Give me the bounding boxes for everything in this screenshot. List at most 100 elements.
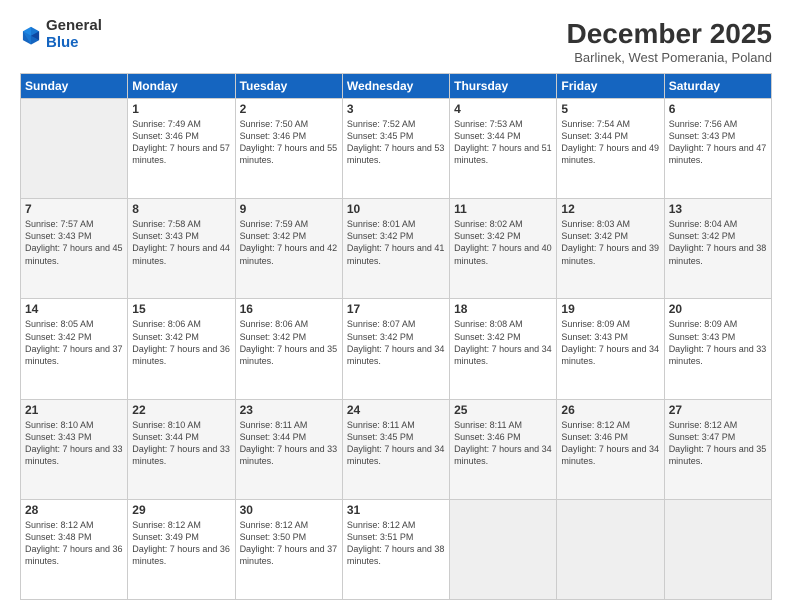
day-number: 12	[561, 202, 659, 216]
calendar-cell: 11Sunrise: 8:02 AMSunset: 3:42 PMDayligh…	[450, 199, 557, 299]
day-number: 13	[669, 202, 767, 216]
calendar-week-5: 28 Sunrise: 8:12 AMSunset: 3:48 PMDayligh…	[21, 499, 772, 599]
day-number: 31	[347, 503, 445, 517]
weekday-header-friday: Friday	[557, 74, 664, 99]
day-number: 4	[454, 102, 552, 116]
day-number: 8	[132, 202, 230, 216]
title-block: December 2025 Barlinek, West Pomerania, …	[567, 18, 772, 65]
day-info: Sunrise: 7:53 AMSunset: 3:44 PMDaylight:…	[454, 118, 552, 167]
day-number: 20	[669, 302, 767, 316]
calendar-cell: 4 Sunrise: 7:53 AMSunset: 3:44 PMDaylight…	[450, 99, 557, 199]
calendar-cell: 14 Sunrise: 8:05 AMSunset: 3:42 PMDayligh…	[21, 299, 128, 399]
calendar-cell: 19 Sunrise: 8:09 AMSunset: 3:43 PMDayligh…	[557, 299, 664, 399]
calendar-cell: 28 Sunrise: 8:12 AMSunset: 3:48 PMDayligh…	[21, 499, 128, 599]
day-number: 23	[240, 403, 338, 417]
day-info: Sunrise: 7:50 AMSunset: 3:46 PMDaylight:…	[240, 118, 338, 167]
calendar-cell	[21, 99, 128, 199]
calendar-week-2: 7Sunrise: 7:57 AMSunset: 3:43 PMDaylight…	[21, 199, 772, 299]
header: General Blue December 2025 Barlinek, Wes…	[20, 18, 772, 65]
weekday-header-sunday: Sunday	[21, 74, 128, 99]
calendar-cell: 29 Sunrise: 8:12 AMSunset: 3:49 PMDayligh…	[128, 499, 235, 599]
calendar-cell: 17Sunrise: 8:07 AMSunset: 3:42 PMDayligh…	[342, 299, 449, 399]
day-number: 17	[347, 302, 445, 316]
day-info: Sunrise: 8:08 AMSunset: 3:42 PMDaylight:…	[454, 318, 552, 367]
calendar-cell: 22Sunrise: 8:10 AMSunset: 3:44 PMDayligh…	[128, 399, 235, 499]
calendar-cell: 2 Sunrise: 7:50 AMSunset: 3:46 PMDaylight…	[235, 99, 342, 199]
day-number: 3	[347, 102, 445, 116]
calendar-cell: 15 Sunrise: 8:06 AMSunset: 3:42 PMDayligh…	[128, 299, 235, 399]
day-number: 19	[561, 302, 659, 316]
calendar-cell: 7Sunrise: 7:57 AMSunset: 3:43 PMDaylight…	[21, 199, 128, 299]
day-number: 28	[25, 503, 123, 517]
weekday-header-monday: Monday	[128, 74, 235, 99]
calendar-cell: 12 Sunrise: 8:03 AMSunset: 3:42 PMDayligh…	[557, 199, 664, 299]
calendar-cell: 27Sunrise: 8:12 AMSunset: 3:47 PMDayligh…	[664, 399, 771, 499]
page: General Blue December 2025 Barlinek, Wes…	[0, 0, 792, 612]
day-info: Sunrise: 8:11 AMSunset: 3:46 PMDaylight:…	[454, 419, 552, 468]
day-number: 24	[347, 403, 445, 417]
day-info: Sunrise: 8:12 AMSunset: 3:47 PMDaylight:…	[669, 419, 767, 468]
calendar-cell: 31 Sunrise: 8:12 AMSunset: 3:51 PMDayligh…	[342, 499, 449, 599]
calendar-cell: 24Sunrise: 8:11 AMSunset: 3:45 PMDayligh…	[342, 399, 449, 499]
calendar-cell: 18Sunrise: 8:08 AMSunset: 3:42 PMDayligh…	[450, 299, 557, 399]
day-info: Sunrise: 8:12 AMSunset: 3:49 PMDaylight:…	[132, 519, 230, 568]
calendar-cell: 10 Sunrise: 8:01 AMSunset: 3:42 PMDayligh…	[342, 199, 449, 299]
calendar-cell: 23 Sunrise: 8:11 AMSunset: 3:44 PMDayligh…	[235, 399, 342, 499]
logo-general: General	[46, 17, 102, 34]
day-number: 29	[132, 503, 230, 517]
day-info: Sunrise: 8:06 AMSunset: 3:42 PMDaylight:…	[240, 318, 338, 367]
calendar-cell: 21Sunrise: 8:10 AMSunset: 3:43 PMDayligh…	[21, 399, 128, 499]
day-info: Sunrise: 8:10 AMSunset: 3:44 PMDaylight:…	[132, 419, 230, 468]
calendar-cell: 20 Sunrise: 8:09 AMSunset: 3:43 PMDayligh…	[664, 299, 771, 399]
day-info: Sunrise: 7:57 AMSunset: 3:43 PMDaylight:…	[25, 218, 123, 267]
day-info: Sunrise: 8:12 AMSunset: 3:50 PMDaylight:…	[240, 519, 338, 568]
calendar-week-3: 14 Sunrise: 8:05 AMSunset: 3:42 PMDayligh…	[21, 299, 772, 399]
day-info: Sunrise: 8:12 AMSunset: 3:51 PMDaylight:…	[347, 519, 445, 568]
calendar-cell: 3Sunrise: 7:52 AMSunset: 3:45 PMDaylight…	[342, 99, 449, 199]
calendar-cell: 6 Sunrise: 7:56 AMSunset: 3:43 PMDaylight…	[664, 99, 771, 199]
day-info: Sunrise: 7:58 AMSunset: 3:43 PMDaylight:…	[132, 218, 230, 267]
day-info: Sunrise: 8:05 AMSunset: 3:42 PMDaylight:…	[25, 318, 123, 367]
day-info: Sunrise: 8:03 AMSunset: 3:42 PMDaylight:…	[561, 218, 659, 267]
calendar-cell: 30 Sunrise: 8:12 AMSunset: 3:50 PMDayligh…	[235, 499, 342, 599]
day-info: Sunrise: 8:01 AMSunset: 3:42 PMDaylight:…	[347, 218, 445, 267]
day-number: 1	[132, 102, 230, 116]
day-number: 16	[240, 302, 338, 316]
logo-text: General Blue	[46, 18, 102, 51]
calendar-table: SundayMondayTuesdayWednesdayThursdayFrid…	[20, 73, 772, 600]
weekday-header-wednesday: Wednesday	[342, 74, 449, 99]
day-number: 14	[25, 302, 123, 316]
calendar-cell	[450, 499, 557, 599]
weekday-header-saturday: Saturday	[664, 74, 771, 99]
day-number: 2	[240, 102, 338, 116]
weekday-header-tuesday: Tuesday	[235, 74, 342, 99]
calendar-cell: 5Sunrise: 7:54 AMSunset: 3:44 PMDaylight…	[557, 99, 664, 199]
day-info: Sunrise: 8:12 AMSunset: 3:46 PMDaylight:…	[561, 419, 659, 468]
calendar-week-1: 1Sunrise: 7:49 AMSunset: 3:46 PMDaylight…	[21, 99, 772, 199]
weekday-header-thursday: Thursday	[450, 74, 557, 99]
calendar-cell: 8 Sunrise: 7:58 AMSunset: 3:43 PMDaylight…	[128, 199, 235, 299]
calendar-cell: 1Sunrise: 7:49 AMSunset: 3:46 PMDaylight…	[128, 99, 235, 199]
location-subtitle: Barlinek, West Pomerania, Poland	[567, 50, 772, 65]
calendar-week-4: 21Sunrise: 8:10 AMSunset: 3:43 PMDayligh…	[21, 399, 772, 499]
day-info: Sunrise: 8:09 AMSunset: 3:43 PMDaylight:…	[561, 318, 659, 367]
calendar-cell: 26Sunrise: 8:12 AMSunset: 3:46 PMDayligh…	[557, 399, 664, 499]
logo-blue: Blue	[46, 34, 79, 51]
day-info: Sunrise: 8:09 AMSunset: 3:43 PMDaylight:…	[669, 318, 767, 367]
day-info: Sunrise: 7:54 AMSunset: 3:44 PMDaylight:…	[561, 118, 659, 167]
day-info: Sunrise: 8:11 AMSunset: 3:44 PMDaylight:…	[240, 419, 338, 468]
day-info: Sunrise: 8:10 AMSunset: 3:43 PMDaylight:…	[25, 419, 123, 468]
calendar-cell: 13Sunrise: 8:04 AMSunset: 3:42 PMDayligh…	[664, 199, 771, 299]
day-number: 9	[240, 202, 338, 216]
day-number: 10	[347, 202, 445, 216]
calendar-cell	[557, 499, 664, 599]
day-number: 30	[240, 503, 338, 517]
day-info: Sunrise: 7:56 AMSunset: 3:43 PMDaylight:…	[669, 118, 767, 167]
day-number: 15	[132, 302, 230, 316]
calendar-cell: 9Sunrise: 7:59 AMSunset: 3:42 PMDaylight…	[235, 199, 342, 299]
weekday-header-row: SundayMondayTuesdayWednesdayThursdayFrid…	[21, 74, 772, 99]
calendar-cell: 25Sunrise: 8:11 AMSunset: 3:46 PMDayligh…	[450, 399, 557, 499]
day-info: Sunrise: 8:12 AMSunset: 3:48 PMDaylight:…	[25, 519, 123, 568]
day-number: 6	[669, 102, 767, 116]
day-info: Sunrise: 8:06 AMSunset: 3:42 PMDaylight:…	[132, 318, 230, 367]
